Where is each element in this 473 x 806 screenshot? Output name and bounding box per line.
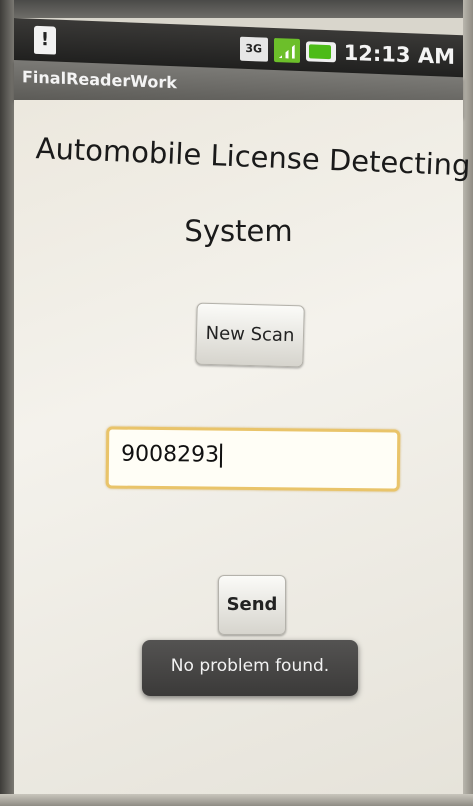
new-scan-button[interactable]: New Scan xyxy=(195,302,305,368)
page-title-line-1: Automobile License Detecting xyxy=(35,131,472,183)
device-bezel-left xyxy=(0,0,14,806)
status-clock: 12:13 AM xyxy=(343,40,455,69)
device-bezel-bottom xyxy=(0,794,473,806)
text-cursor xyxy=(219,443,223,468)
signal-strength-icon xyxy=(273,37,300,63)
page-title-line-2: System xyxy=(184,214,293,248)
toast-message: No problem found. xyxy=(142,640,358,696)
sd-card-notification-icon: ! xyxy=(34,25,56,55)
network-3g-icon: 3G xyxy=(239,36,268,62)
send-button[interactable]: Send xyxy=(218,575,286,635)
plate-number-input[interactable]: 9008293 xyxy=(105,426,401,492)
app-title: FinalReaderWork xyxy=(22,67,177,93)
plate-number-value: 9008293 xyxy=(121,442,223,468)
battery-icon xyxy=(305,41,336,63)
phone-screen: ! 3G 12:13 AM FinalReaderWork Automobile… xyxy=(0,0,473,806)
device-bezel-right xyxy=(463,0,473,806)
status-icons: 3G 12:13 AM xyxy=(239,35,455,71)
device-bezel-top xyxy=(0,0,473,18)
main-content: Automobile License Detecting System New … xyxy=(14,100,471,794)
